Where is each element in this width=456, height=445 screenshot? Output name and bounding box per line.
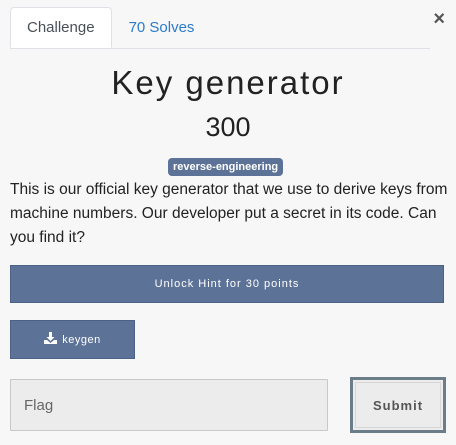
file-download-button[interactable]: keygen xyxy=(10,320,135,359)
challenge-modal: × Challenge 70 Solves Key generator 300 … xyxy=(0,0,456,445)
download-icon xyxy=(44,332,58,347)
flag-input[interactable] xyxy=(10,379,328,431)
tab-bar: Challenge 70 Solves xyxy=(10,7,430,49)
tab-challenge[interactable]: Challenge xyxy=(10,7,112,48)
unlock-hint-label: Unlock Hint for 30 points xyxy=(154,278,300,290)
submit-button[interactable]: Submit xyxy=(350,377,446,433)
unlock-hint-button[interactable]: Unlock Hint for 30 points xyxy=(10,265,444,303)
challenge-description: This is our official key generator that … xyxy=(10,181,448,246)
tab-solves[interactable]: 70 Solves xyxy=(112,7,212,47)
challenge-title: Key generator xyxy=(111,64,345,101)
file-name-label: keygen xyxy=(62,333,101,346)
challenge-points: 300 xyxy=(205,112,251,142)
category-tag: reverse-engineering xyxy=(168,158,284,176)
close-icon[interactable]: × xyxy=(433,8,445,30)
